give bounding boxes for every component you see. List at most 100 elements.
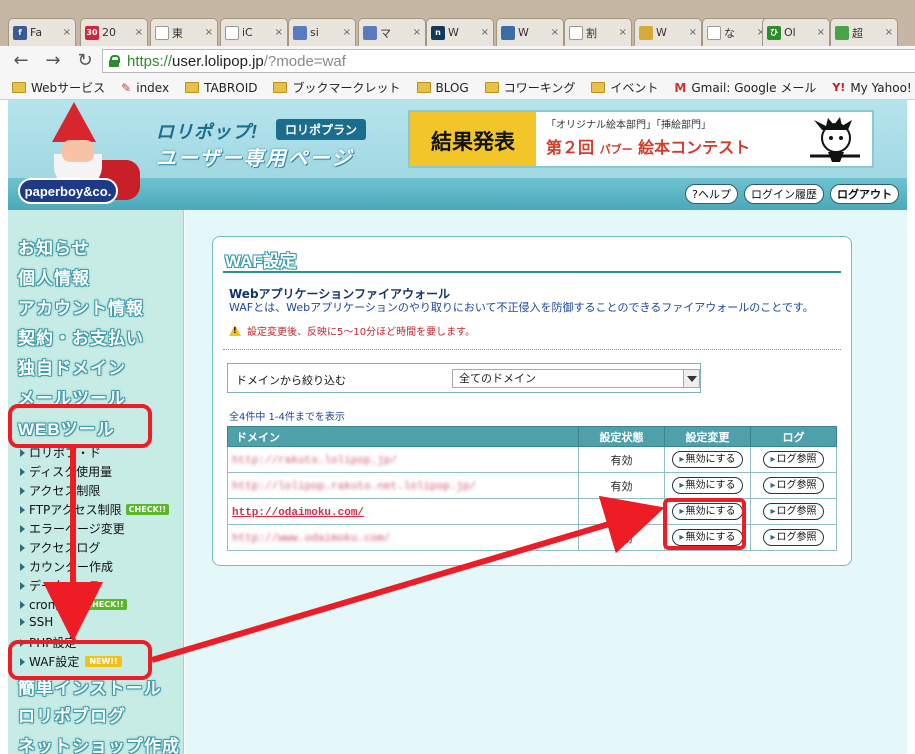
browser-tab[interactable]: ひ Ol × bbox=[762, 18, 830, 46]
tab-title: Fa bbox=[30, 26, 43, 39]
help-button[interactable]: ?ヘルプ bbox=[685, 184, 738, 204]
url-path: /?mode=waf bbox=[263, 52, 346, 70]
sidebar-item-netshop[interactable]: ネットショップ作成 bbox=[18, 732, 180, 754]
view-log-button[interactable]: ログ参照 bbox=[763, 477, 824, 494]
sidebar-subitem-waf-settings[interactable]: WAF設定 NEW!! bbox=[20, 653, 122, 670]
sidebar-subitem-label: FTPアクセス制限 bbox=[29, 503, 122, 517]
bookmark-item[interactable]: ✎ index bbox=[121, 81, 169, 95]
sidebar-subitem-cron[interactable]: cron設定 CHECK!! bbox=[20, 596, 127, 613]
sidebar-item-custom-domain[interactable]: 独自ドメイン bbox=[18, 354, 126, 379]
tab-close-icon[interactable]: × bbox=[135, 27, 143, 38]
view-log-button[interactable]: ログ参照 bbox=[763, 451, 824, 468]
domain-link[interactable]: http://odaimoku.com/ bbox=[232, 507, 364, 519]
sidebar-subitem-php-settings[interactable]: PHP設定 bbox=[20, 634, 77, 651]
disable-waf-button[interactable]: 無効にする bbox=[672, 477, 743, 494]
bookmark-item[interactable]: コワーキング bbox=[484, 79, 575, 96]
tab-close-icon[interactable]: × bbox=[885, 27, 893, 38]
sidebar-item-web-tools[interactable]: WEBツール bbox=[18, 415, 115, 440]
back-icon[interactable]: ← bbox=[12, 52, 30, 70]
domain-select[interactable]: 全てのドメイン bbox=[452, 369, 700, 388]
browser-tab[interactable]: 東 × bbox=[150, 18, 218, 46]
bookmark-label: ブックマークレット bbox=[292, 81, 401, 95]
sidebar-subitem-lolipop-id[interactable]: ロリポブ・ド bbox=[20, 444, 101, 461]
action-cell: 無効にする bbox=[664, 498, 751, 525]
sidebar-item-lolipo-blog[interactable]: ロリポブログ bbox=[18, 702, 126, 727]
sidebar-subitem-error-page[interactable]: エラーページ変更 bbox=[20, 520, 125, 537]
triangle-right-icon bbox=[20, 600, 25, 609]
reload-icon[interactable]: ↻ bbox=[76, 52, 94, 70]
domain-link[interactable]: http://lolipop.rakuto.net.lolipop.jp/ bbox=[232, 481, 476, 493]
tab-close-icon[interactable]: × bbox=[619, 27, 627, 38]
browser-tab[interactable]: iC × bbox=[220, 18, 288, 46]
sidebar-subitem-label: cron設定 bbox=[29, 598, 80, 612]
disable-waf-button[interactable]: 無効にする bbox=[672, 529, 743, 546]
sidebar-subitem-counter[interactable]: カウンター作成 bbox=[20, 558, 113, 575]
domain-link[interactable]: http://rakuto.lolipop.jp/ bbox=[232, 455, 397, 467]
tab-close-icon[interactable]: × bbox=[817, 27, 825, 38]
disable-waf-button[interactable]: 無効にする bbox=[672, 451, 743, 468]
view-log-button[interactable]: ログ参照 bbox=[763, 503, 824, 520]
browser-tab[interactable]: si × bbox=[288, 18, 356, 46]
sidebar-item-account-info[interactable]: アカウント情報 bbox=[18, 294, 144, 319]
url-scheme: https:// bbox=[127, 52, 173, 70]
tab-close-icon[interactable]: × bbox=[63, 27, 71, 38]
tab-close-icon[interactable]: × bbox=[275, 27, 283, 38]
browser-tab[interactable]: n W × bbox=[426, 18, 494, 46]
bookmark-label: イベント bbox=[610, 81, 659, 95]
browser-tab[interactable]: マ × bbox=[358, 18, 426, 46]
tab-close-icon[interactable]: × bbox=[205, 27, 213, 38]
sidebar-subitem-ftp-access-restriction[interactable]: FTPアクセス制限 CHECK!! bbox=[20, 501, 170, 518]
browser-tab[interactable]: 超 × bbox=[830, 18, 898, 46]
tab-close-icon[interactable]: × bbox=[413, 27, 421, 38]
sidebar-item-news[interactable]: お知らせ bbox=[18, 234, 90, 259]
tab-favicon-icon bbox=[639, 25, 653, 40]
sidebar-subitem-disk-usage[interactable]: ディスク使用量 bbox=[20, 463, 112, 480]
sidebar-subitem-label: ロリポブ・ド bbox=[29, 446, 102, 460]
tab-favicon-icon bbox=[501, 25, 515, 40]
sidebar-item-mail-tools[interactable]: メールツール bbox=[18, 384, 126, 409]
sidebar-item-personal-info[interactable]: 個人情報 bbox=[18, 264, 90, 289]
triangle-right-icon bbox=[20, 467, 25, 476]
logout-button[interactable]: ログアウト bbox=[830, 184, 899, 204]
log-cell: ログ参照 bbox=[750, 446, 837, 473]
action-cell: 無効にする bbox=[664, 472, 751, 499]
browser-tab[interactable]: W × bbox=[496, 18, 564, 46]
tab-close-icon[interactable]: × bbox=[689, 27, 697, 38]
paperboy-logo[interactable]: paperboy&co. bbox=[8, 100, 148, 210]
bookmark-label: index bbox=[136, 80, 170, 95]
folder-icon bbox=[12, 82, 26, 93]
triangle-right-icon bbox=[20, 505, 25, 514]
browser-tab[interactable]: な × bbox=[702, 18, 770, 46]
sidebar-item-contract-payment[interactable]: 契約・お支払い bbox=[18, 324, 144, 349]
address-bar[interactable]: https://user.lolipop.jp/?mode=waf bbox=[102, 49, 915, 73]
contest-banner[interactable]: 結果発表 「オリジナル絵本部門」「挿絵部門」 第２回 パブー 絵本コンテスト bbox=[408, 110, 874, 168]
tab-close-icon[interactable]: × bbox=[551, 27, 559, 38]
sidebar-item-easy-install[interactable]: 簡単インストール bbox=[18, 674, 162, 699]
triangle-right-icon bbox=[20, 562, 25, 571]
bookmark-item[interactable]: イベント bbox=[591, 79, 658, 96]
bookmark-item[interactable]: Webサービス bbox=[12, 79, 105, 96]
tab-close-icon[interactable]: × bbox=[343, 27, 351, 38]
bookmark-item[interactable]: ブックマークレット bbox=[273, 79, 401, 96]
login-history-button[interactable]: ログイン履歴 bbox=[744, 184, 824, 204]
sidebar-subitem-database[interactable]: データベース bbox=[20, 577, 100, 594]
browser-tab[interactable]: 割 × bbox=[564, 18, 632, 46]
browser-tab[interactable]: W × bbox=[634, 18, 702, 46]
sidebar-subitem-access-restriction[interactable]: アクセス制限 bbox=[20, 482, 100, 499]
bookmark-item[interactable]: M Gmail: Google メール bbox=[674, 79, 816, 96]
sidebar-subitem-ssh[interactable]: SSH bbox=[20, 615, 53, 629]
domain-link[interactable]: http://www.odaimoku.com/ bbox=[232, 533, 390, 545]
bookmark-item[interactable]: BLOG bbox=[416, 81, 469, 95]
chevron-down-icon[interactable] bbox=[683, 370, 699, 387]
forward-icon[interactable]: → bbox=[44, 52, 62, 70]
tab-close-icon[interactable]: × bbox=[481, 27, 489, 38]
banner-contest-name: 絵本コンテスト bbox=[638, 138, 751, 157]
browser-tab[interactable]: f Fa × bbox=[8, 18, 76, 46]
bookmark-item[interactable]: TABROID bbox=[185, 81, 257, 95]
disable-waf-button[interactable]: 無効にする bbox=[672, 503, 743, 520]
browser-tab[interactable]: 30 20 × bbox=[80, 18, 148, 46]
bookmark-item[interactable]: Y! My Yahoo! bbox=[832, 81, 911, 95]
sidebar-subitem-access-log[interactable]: アクセスログ bbox=[20, 539, 100, 556]
folder-icon bbox=[273, 82, 288, 93]
view-log-button[interactable]: ログ参照 bbox=[763, 529, 824, 546]
